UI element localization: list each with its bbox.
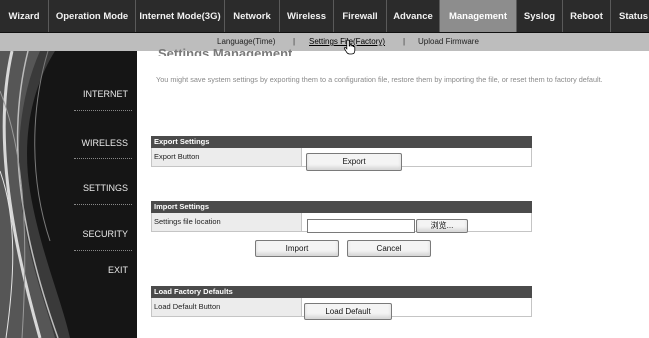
decorative-swoosh [0,51,70,338]
page-title: Settings Management [158,46,293,56]
subnav-separator: | [293,37,296,46]
sidebar-item-settings[interactable]: SETTINGS [70,183,134,193]
section-header: Export Settings [151,136,532,148]
tab-reboot[interactable]: Reboot [563,0,611,32]
top-navigation: Wizard Operation Mode Internet Mode(3G) … [0,0,649,33]
tab-wizard[interactable]: Wizard [0,0,49,32]
tab-management[interactable]: Management [440,0,517,32]
sidebar-item-internet[interactable]: INTERNET [70,89,134,99]
row-label: Export Button [152,148,302,166]
sidebar-divider [74,110,132,111]
export-button[interactable]: Export [306,153,402,171]
subnav-language-time[interactable]: Language(Time) [217,37,275,46]
tab-internet-mode-3g[interactable]: Internet Mode(3G) [136,0,225,32]
sidebar-divider [74,250,132,251]
tab-syslog[interactable]: Syslog [517,0,563,32]
row-label: Load Default Button [152,298,302,316]
load-default-button[interactable]: Load Default [304,303,392,320]
browse-button[interactable]: 浏览... [416,219,468,233]
row-label: Settings file location [152,213,302,231]
tab-status[interactable]: Status [611,0,649,32]
tab-wireless[interactable]: Wireless [280,0,334,32]
divider-mark [371,108,377,110]
sidebar-item-security[interactable]: SECURITY [70,229,134,239]
page-description: You might save system settings by export… [156,75,603,84]
subnav-upload-firmware[interactable]: Upload Firmware [418,37,479,46]
hand-pointer-icon [343,39,356,55]
cancel-button[interactable]: Cancel [347,240,431,257]
left-sidebar: INTERNET WIRELESS SETTINGS SECURITY EXIT [0,51,137,338]
import-button[interactable]: Import [255,240,339,257]
subnav-separator: | [403,37,406,46]
tab-advance[interactable]: Advance [387,0,440,32]
section-header: Import Settings [151,201,532,213]
tab-network[interactable]: Network [225,0,280,32]
sub-navigation: Language(Time) | Settings File(Factory) … [0,33,649,51]
tab-firewall[interactable]: Firewall [334,0,387,32]
section-header: Load Factory Defaults [151,286,532,298]
router-admin-page: Wizard Operation Mode Internet Mode(3G) … [0,0,649,338]
sidebar-divider [74,158,132,159]
settings-file-input[interactable] [307,219,415,233]
sidebar-item-wireless[interactable]: WIRELESS [70,138,134,148]
tab-operation-mode[interactable]: Operation Mode [49,0,136,32]
sidebar-divider [74,204,132,205]
sidebar-item-exit[interactable]: EXIT [70,265,134,275]
